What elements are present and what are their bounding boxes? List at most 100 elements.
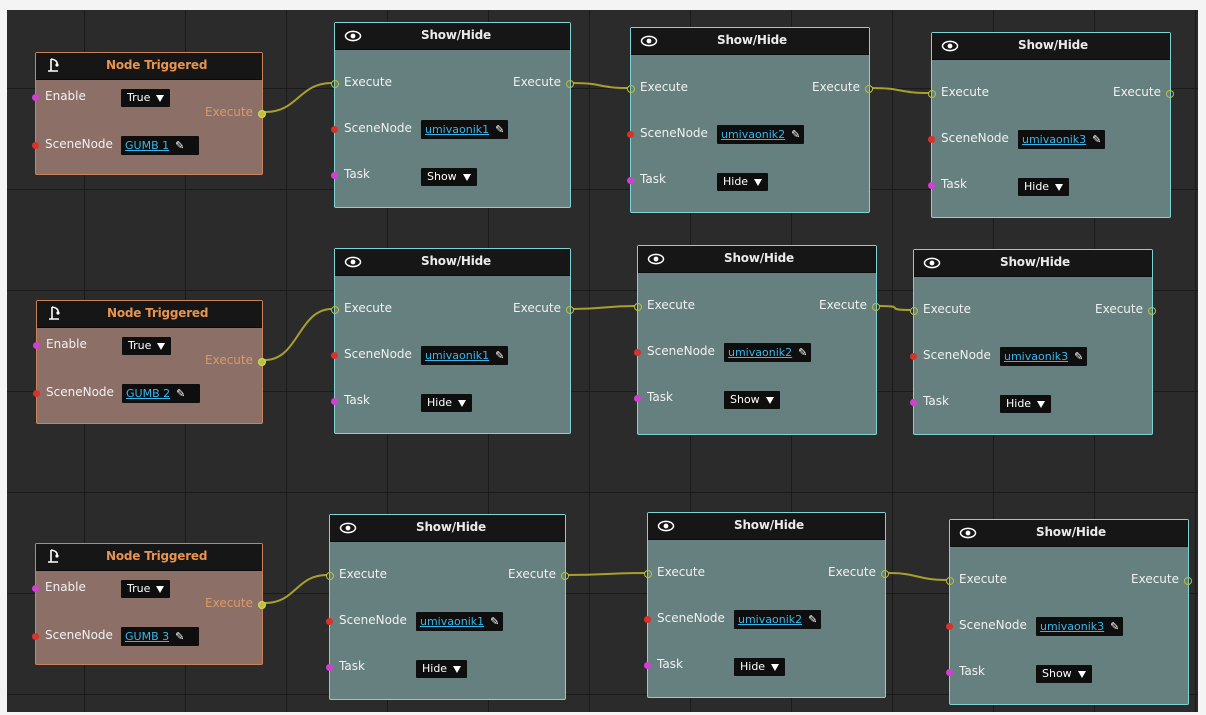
scene-node-field[interactable]: GUMB 2 ✎ bbox=[122, 384, 200, 403]
node-header[interactable]: Node Triggered bbox=[37, 301, 262, 328]
paperclip-icon[interactable]: ✎ bbox=[798, 346, 807, 359]
execute-output-pin[interactable] bbox=[561, 572, 569, 580]
execute-input-pin[interactable] bbox=[634, 303, 642, 311]
scene-node-link[interactable]: umivaonik1 bbox=[425, 123, 489, 136]
task-dropdown[interactable]: Hide bbox=[1000, 395, 1052, 413]
node-header[interactable]: Show/Hide bbox=[335, 23, 570, 50]
node-header[interactable]: Show/Hide bbox=[648, 513, 885, 540]
task-dropdown[interactable]: Hide bbox=[421, 394, 473, 412]
enable-dropdown[interactable]: True bbox=[121, 89, 171, 107]
execute-output-pin[interactable] bbox=[566, 80, 574, 88]
task-pin[interactable] bbox=[644, 662, 651, 669]
scene-node-pin[interactable] bbox=[32, 142, 39, 149]
task-dropdown[interactable]: Hide bbox=[734, 658, 786, 676]
execute-input-pin[interactable] bbox=[910, 307, 918, 315]
enable-dropdown[interactable]: True bbox=[121, 580, 171, 598]
execute-input-pin[interactable] bbox=[928, 90, 936, 98]
node-header[interactable]: Show/Hide bbox=[330, 515, 565, 542]
scene-node-pin[interactable] bbox=[634, 349, 641, 356]
scene-node-link[interactable]: umivaonik3 bbox=[1040, 620, 1104, 633]
scene-node-pin[interactable] bbox=[331, 352, 338, 359]
node-header[interactable]: Show/Hide bbox=[950, 520, 1188, 547]
enable-pin[interactable] bbox=[32, 585, 39, 592]
execute-input-pin[interactable] bbox=[627, 85, 635, 93]
paperclip-icon[interactable]: ✎ bbox=[490, 615, 499, 628]
execute-output-pin[interactable] bbox=[872, 303, 880, 311]
scene-node-field[interactable]: umivaonik2 ✎ bbox=[717, 125, 805, 144]
scene-node-pin[interactable] bbox=[627, 131, 634, 138]
paperclip-icon[interactable]: ✎ bbox=[495, 349, 504, 362]
task-pin[interactable] bbox=[326, 664, 333, 671]
execute-output-pin[interactable] bbox=[258, 358, 266, 366]
task-pin[interactable] bbox=[331, 172, 338, 179]
show-hide-node[interactable]: Show/Hide Execute Execute SceneNode umivaoni… bbox=[331, 22, 574, 208]
execute-output-pin[interactable] bbox=[1184, 577, 1192, 585]
node-triggered[interactable]: Node Triggered Enable True Execute SceneNode… bbox=[33, 300, 266, 424]
scene-node-field[interactable]: umivaonik3 ✎ bbox=[1036, 617, 1124, 636]
execute-output-pin[interactable] bbox=[566, 306, 574, 314]
execute-output-pin[interactable] bbox=[1148, 307, 1156, 315]
scene-node-pin[interactable] bbox=[644, 616, 651, 623]
scene-node-pin[interactable] bbox=[910, 353, 917, 360]
scene-node-field[interactable]: umivaonik1 ✎ bbox=[421, 346, 509, 365]
scene-node-pin[interactable] bbox=[331, 126, 338, 133]
node-header[interactable]: Show/Hide bbox=[914, 250, 1152, 277]
scene-node-field[interactable]: umivaonik2 ✎ bbox=[734, 610, 822, 629]
enable-pin[interactable] bbox=[32, 94, 39, 101]
scene-node-pin[interactable] bbox=[33, 390, 40, 397]
scene-node-field[interactable]: umivaonik3 ✎ bbox=[1000, 347, 1088, 366]
node-header[interactable]: Node Triggered bbox=[36, 544, 262, 571]
scene-node-link[interactable]: umivaonik3 bbox=[1004, 350, 1068, 363]
scene-node-field[interactable]: GUMB 3 ✎ bbox=[121, 627, 199, 646]
node-triggered[interactable]: Node Triggered Enable True Execute SceneNode… bbox=[32, 52, 266, 175]
scene-node-field[interactable]: umivaonik3 ✎ bbox=[1018, 130, 1106, 149]
node-triggered[interactable]: Node Triggered Enable True Execute SceneNode… bbox=[32, 543, 266, 665]
show-hide-node[interactable]: Show/Hide Execute Execute SceneNode umivaoni… bbox=[644, 512, 889, 698]
paperclip-icon[interactable]: ✎ bbox=[175, 630, 184, 643]
scene-node-link[interactable]: umivaonik3 bbox=[1022, 133, 1086, 146]
scene-node-link[interactable]: GUMB 1 bbox=[125, 139, 169, 152]
scene-node-link[interactable]: umivaonik2 bbox=[738, 613, 802, 626]
paperclip-icon[interactable]: ✎ bbox=[1110, 620, 1119, 633]
node-header[interactable]: Show/Hide bbox=[631, 28, 869, 55]
scene-node-field[interactable]: umivaonik2 ✎ bbox=[724, 343, 812, 362]
show-hide-node[interactable]: Show/Hide Execute Execute SceneNode umivaoni… bbox=[928, 32, 1174, 218]
execute-output-pin[interactable] bbox=[1166, 90, 1174, 98]
task-pin[interactable] bbox=[627, 177, 634, 184]
scene-node-pin[interactable] bbox=[32, 633, 39, 640]
task-pin[interactable] bbox=[928, 182, 935, 189]
task-dropdown[interactable]: Show bbox=[421, 168, 477, 186]
execute-input-pin[interactable] bbox=[946, 577, 954, 585]
paperclip-icon[interactable]: ✎ bbox=[1092, 133, 1101, 146]
scene-node-pin[interactable] bbox=[326, 618, 333, 625]
show-hide-node[interactable]: Show/Hide Execute Execute SceneNode umivaoni… bbox=[326, 514, 569, 700]
scene-node-link[interactable]: umivaonik2 bbox=[728, 346, 792, 359]
node-header[interactable]: Show/Hide bbox=[638, 246, 876, 273]
task-dropdown[interactable]: Show bbox=[724, 391, 780, 409]
scene-node-link[interactable]: umivaonik2 bbox=[721, 128, 785, 141]
scene-node-link[interactable]: GUMB 2 bbox=[126, 387, 170, 400]
execute-input-pin[interactable] bbox=[331, 80, 339, 88]
task-pin[interactable] bbox=[634, 395, 641, 402]
scene-node-pin[interactable] bbox=[928, 136, 935, 143]
paperclip-icon[interactable]: ✎ bbox=[175, 139, 184, 152]
scene-node-link[interactable]: umivaonik1 bbox=[425, 349, 489, 362]
task-dropdown[interactable]: Hide bbox=[1018, 178, 1070, 196]
paperclip-icon[interactable]: ✎ bbox=[495, 123, 504, 136]
scene-node-field[interactable]: umivaonik1 ✎ bbox=[421, 120, 509, 139]
show-hide-node[interactable]: Show/Hide Execute Execute SceneNode umivaoni… bbox=[946, 519, 1192, 705]
paperclip-icon[interactable]: ✎ bbox=[1074, 350, 1083, 363]
task-pin[interactable] bbox=[910, 399, 917, 406]
paperclip-icon[interactable]: ✎ bbox=[791, 128, 800, 141]
task-dropdown[interactable]: Hide bbox=[717, 173, 769, 191]
paperclip-icon[interactable]: ✎ bbox=[808, 613, 817, 626]
execute-output-pin[interactable] bbox=[881, 570, 889, 578]
execute-input-pin[interactable] bbox=[644, 570, 652, 578]
scene-node-link[interactable]: GUMB 3 bbox=[125, 630, 169, 643]
scene-node-pin[interactable] bbox=[946, 623, 953, 630]
show-hide-node[interactable]: Show/Hide Execute Execute SceneNode umivaoni… bbox=[910, 249, 1156, 435]
node-header[interactable]: Node Triggered bbox=[36, 53, 262, 80]
node-header[interactable]: Show/Hide bbox=[932, 33, 1170, 60]
show-hide-node[interactable]: Show/Hide Execute Execute SceneNode umivaoni… bbox=[634, 245, 880, 435]
task-pin[interactable] bbox=[946, 669, 953, 676]
